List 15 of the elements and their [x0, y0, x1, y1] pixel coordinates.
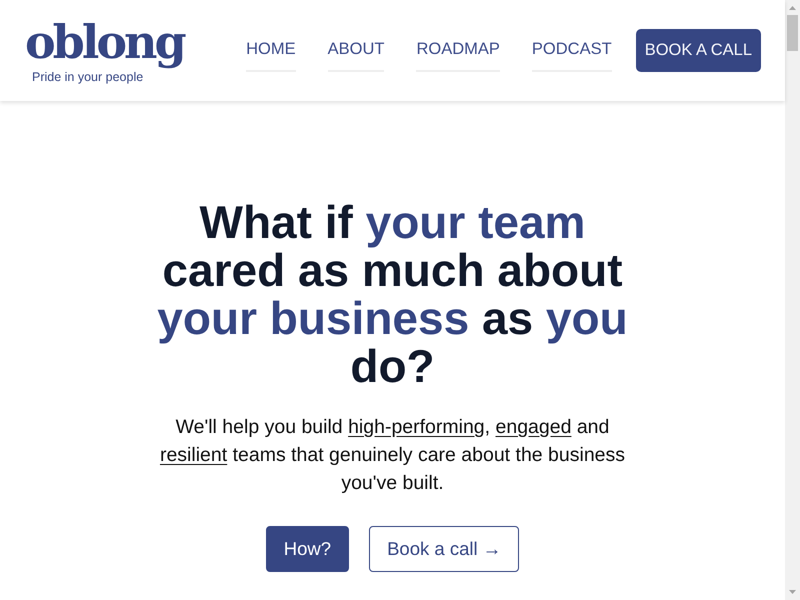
- logo-tagline: Pride in your people: [32, 70, 144, 84]
- nav-link[interactable]: HOME: [246, 29, 296, 72]
- nav-link[interactable]: PODCAST: [532, 29, 612, 72]
- nav-link[interactable]: ROADMAP: [416, 29, 500, 72]
- scrollbar-thumb[interactable]: [787, 15, 798, 51]
- book-call-outline-button[interactable]: Book a call →: [369, 526, 520, 572]
- scroll-down-arrow-icon[interactable]: [789, 590, 796, 594]
- book-call-button[interactable]: BOOK A CALL: [636, 29, 761, 72]
- scroll-up-arrow-icon[interactable]: [789, 6, 796, 10]
- nav-link[interactable]: ABOUT: [328, 29, 384, 72]
- scrollbar-track[interactable]: [785, 0, 800, 600]
- how-button[interactable]: How?: [266, 526, 350, 572]
- hero-headline: What if your team cared as much about your business as you do?: [156, 198, 629, 390]
- hero-description: We'll help you build high-performing, engaged and resilient teams that genuinely care about the business you've built.: [158, 415, 626, 496]
- logo-wordmark[interactable]: oblong: [25, 15, 187, 70]
